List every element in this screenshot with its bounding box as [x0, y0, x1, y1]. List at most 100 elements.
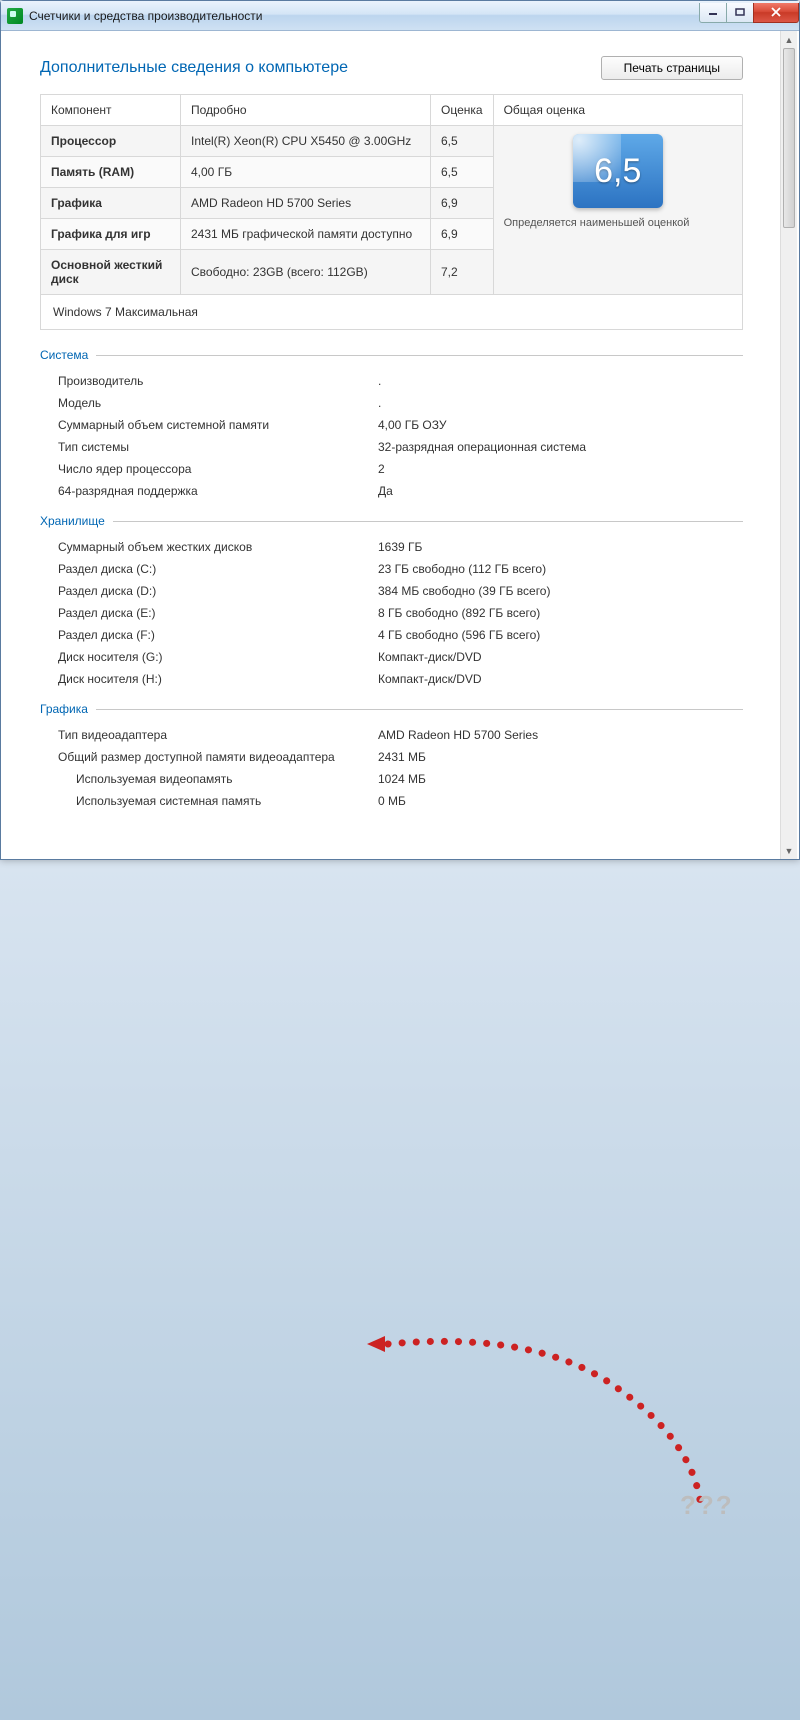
question-marks: ??? — [680, 1490, 734, 1521]
info-key: Диск носителя (G:) — [58, 650, 378, 664]
row-score: 6,9 — [431, 219, 494, 250]
info-value: Компакт-диск/DVD — [378, 650, 743, 664]
info-value: 2 — [378, 462, 743, 476]
row-score: 6,9 — [431, 188, 494, 219]
info-key: 64-разрядная поддержка — [58, 484, 378, 498]
section-system: Система Производитель.Модель.Суммарный о… — [40, 348, 743, 502]
app-icon — [7, 8, 23, 24]
info-key: Общий размер доступной памяти видеоадапт… — [58, 750, 378, 764]
content-outer: Дополнительные сведения о компьютере Печ… — [1, 31, 799, 859]
info-key: Используемая видеопамять — [58, 772, 378, 786]
performance-info-window: Счетчики и средства производительности Д… — [0, 0, 800, 860]
info-key: Диск носителя (H:) — [58, 672, 378, 686]
info-value: 23 ГБ свободно (112 ГБ всего) — [378, 562, 743, 576]
page-title: Дополнительные сведения о компьютере — [40, 59, 348, 77]
score-badge: 6,5 — [573, 134, 663, 208]
info-key: Раздел диска (D:) — [58, 584, 378, 598]
row-detail: AMD Radeon HD 5700 Series — [181, 188, 431, 219]
close-button[interactable] — [753, 3, 799, 23]
info-key: Используемая системная память — [58, 794, 378, 808]
info-value: 8 ГБ свободно (892 ГБ всего) — [378, 606, 743, 620]
row-label: Процессор — [41, 126, 181, 157]
info-key: Тип системы — [58, 440, 378, 454]
table-row: Процессор Intel(R) Xeon(R) CPU X5450 @ 3… — [41, 126, 743, 157]
row-detail: Свободно: 23GB (всего: 112GB) — [181, 250, 431, 295]
info-row: Тип системы32-разрядная операционная сис… — [40, 436, 743, 458]
os-row: Windows 7 Максимальная — [41, 295, 743, 330]
info-key: Суммарный объем системной памяти — [58, 418, 378, 432]
titlebar[interactable]: Счетчики и средства производительности — [1, 1, 799, 31]
row-label: Графика — [41, 188, 181, 219]
overall-score-value: 6,5 — [594, 152, 641, 191]
row-score: 6,5 — [431, 126, 494, 157]
info-row: Диск носителя (H:)Компакт-диск/DVD — [40, 668, 743, 690]
info-row: Суммарный объем жестких дисков1639 ГБ — [40, 536, 743, 558]
info-key: Раздел диска (E:) — [58, 606, 378, 620]
overall-score-cell: 6,5 Определяется наименьшей оценкой — [493, 126, 742, 295]
dotted-arrow-path-icon — [0, 860, 800, 1720]
info-row: Модель. — [40, 392, 743, 414]
col-overall: Общая оценка — [493, 95, 742, 126]
section-title: Графика — [40, 702, 88, 716]
divider — [96, 355, 743, 356]
info-value: Да — [378, 484, 743, 498]
info-value: 384 МБ свободно (39 ГБ всего) — [378, 584, 743, 598]
divider — [96, 709, 743, 710]
info-row: Раздел диска (E:)8 ГБ свободно (892 ГБ в… — [40, 602, 743, 624]
maximize-button[interactable] — [726, 3, 754, 23]
close-icon — [770, 7, 782, 17]
info-value: 2431 МБ — [378, 750, 743, 764]
minimize-button[interactable] — [699, 3, 727, 23]
info-value: . — [378, 374, 743, 388]
row-label: Графика для игр — [41, 219, 181, 250]
info-row: Число ядер процессора2 — [40, 458, 743, 480]
info-value: 0 МБ — [378, 794, 743, 808]
row-label: Основной жесткий диск — [41, 250, 181, 295]
info-value: 1024 МБ — [378, 772, 743, 786]
row-score: 6,5 — [431, 157, 494, 188]
scroll-thumb[interactable] — [783, 48, 795, 228]
info-value: 4 ГБ свободно (596 ГБ всего) — [378, 628, 743, 642]
col-details: Подробно — [181, 95, 431, 126]
row-detail: Intel(R) Xeon(R) CPU X5450 @ 3.00GHz — [181, 126, 431, 157]
info-value: 4,00 ГБ ОЗУ — [378, 418, 743, 432]
scroll-down-arrow-icon[interactable]: ▼ — [781, 842, 797, 859]
maximize-icon — [735, 8, 745, 16]
info-row: Суммарный объем системной памяти4,00 ГБ … — [40, 414, 743, 436]
section-header: Система — [40, 348, 743, 362]
col-component: Компонент — [41, 95, 181, 126]
scroll-up-arrow-icon[interactable]: ▲ — [781, 31, 797, 48]
section-title: Хранилище — [40, 514, 105, 528]
minimize-icon — [708, 8, 718, 16]
info-value: AMD Radeon HD 5700 Series — [378, 728, 743, 742]
info-row: Тип видеоадаптераAMD Radeon HD 5700 Seri… — [40, 724, 743, 746]
row-detail: 2431 МБ графической памяти доступно — [181, 219, 431, 250]
info-row: Используемая системная память0 МБ — [40, 790, 743, 812]
info-row: Раздел диска (D:)384 МБ свободно (39 ГБ … — [40, 580, 743, 602]
info-row: 64-разрядная поддержкаДа — [40, 480, 743, 502]
print-page-button[interactable]: Печать страницы — [601, 56, 743, 80]
vertical-scrollbar[interactable]: ▲ ▼ — [780, 31, 797, 859]
info-key: Модель — [58, 396, 378, 410]
info-key: Число ядер процессора — [58, 462, 378, 476]
info-row: Используемая видеопамять1024 МБ — [40, 768, 743, 790]
row-score: 7,2 — [431, 250, 494, 295]
window-title: Счетчики и средства производительности — [29, 9, 700, 23]
section-title: Система — [40, 348, 88, 362]
info-key: Раздел диска (C:) — [58, 562, 378, 576]
info-row: Диск носителя (G:)Компакт-диск/DVD — [40, 646, 743, 668]
row-detail: 4,00 ГБ — [181, 157, 431, 188]
info-key: Производитель — [58, 374, 378, 388]
assessment-table: Компонент Подробно Оценка Общая оценка П… — [40, 94, 743, 330]
info-value: . — [378, 396, 743, 410]
window-buttons — [700, 3, 799, 23]
info-row: Раздел диска (C:)23 ГБ свободно (112 ГБ … — [40, 558, 743, 580]
info-value: 32-разрядная операционная система — [378, 440, 743, 454]
info-row: Раздел диска (F:)4 ГБ свободно (596 ГБ в… — [40, 624, 743, 646]
os-name: Windows 7 Максимальная — [41, 295, 743, 330]
info-key: Тип видеоадаптера — [58, 728, 378, 742]
divider — [113, 521, 743, 522]
info-row: Производитель. — [40, 370, 743, 392]
info-key: Раздел диска (F:) — [58, 628, 378, 642]
arrow-head-icon — [367, 1336, 385, 1352]
